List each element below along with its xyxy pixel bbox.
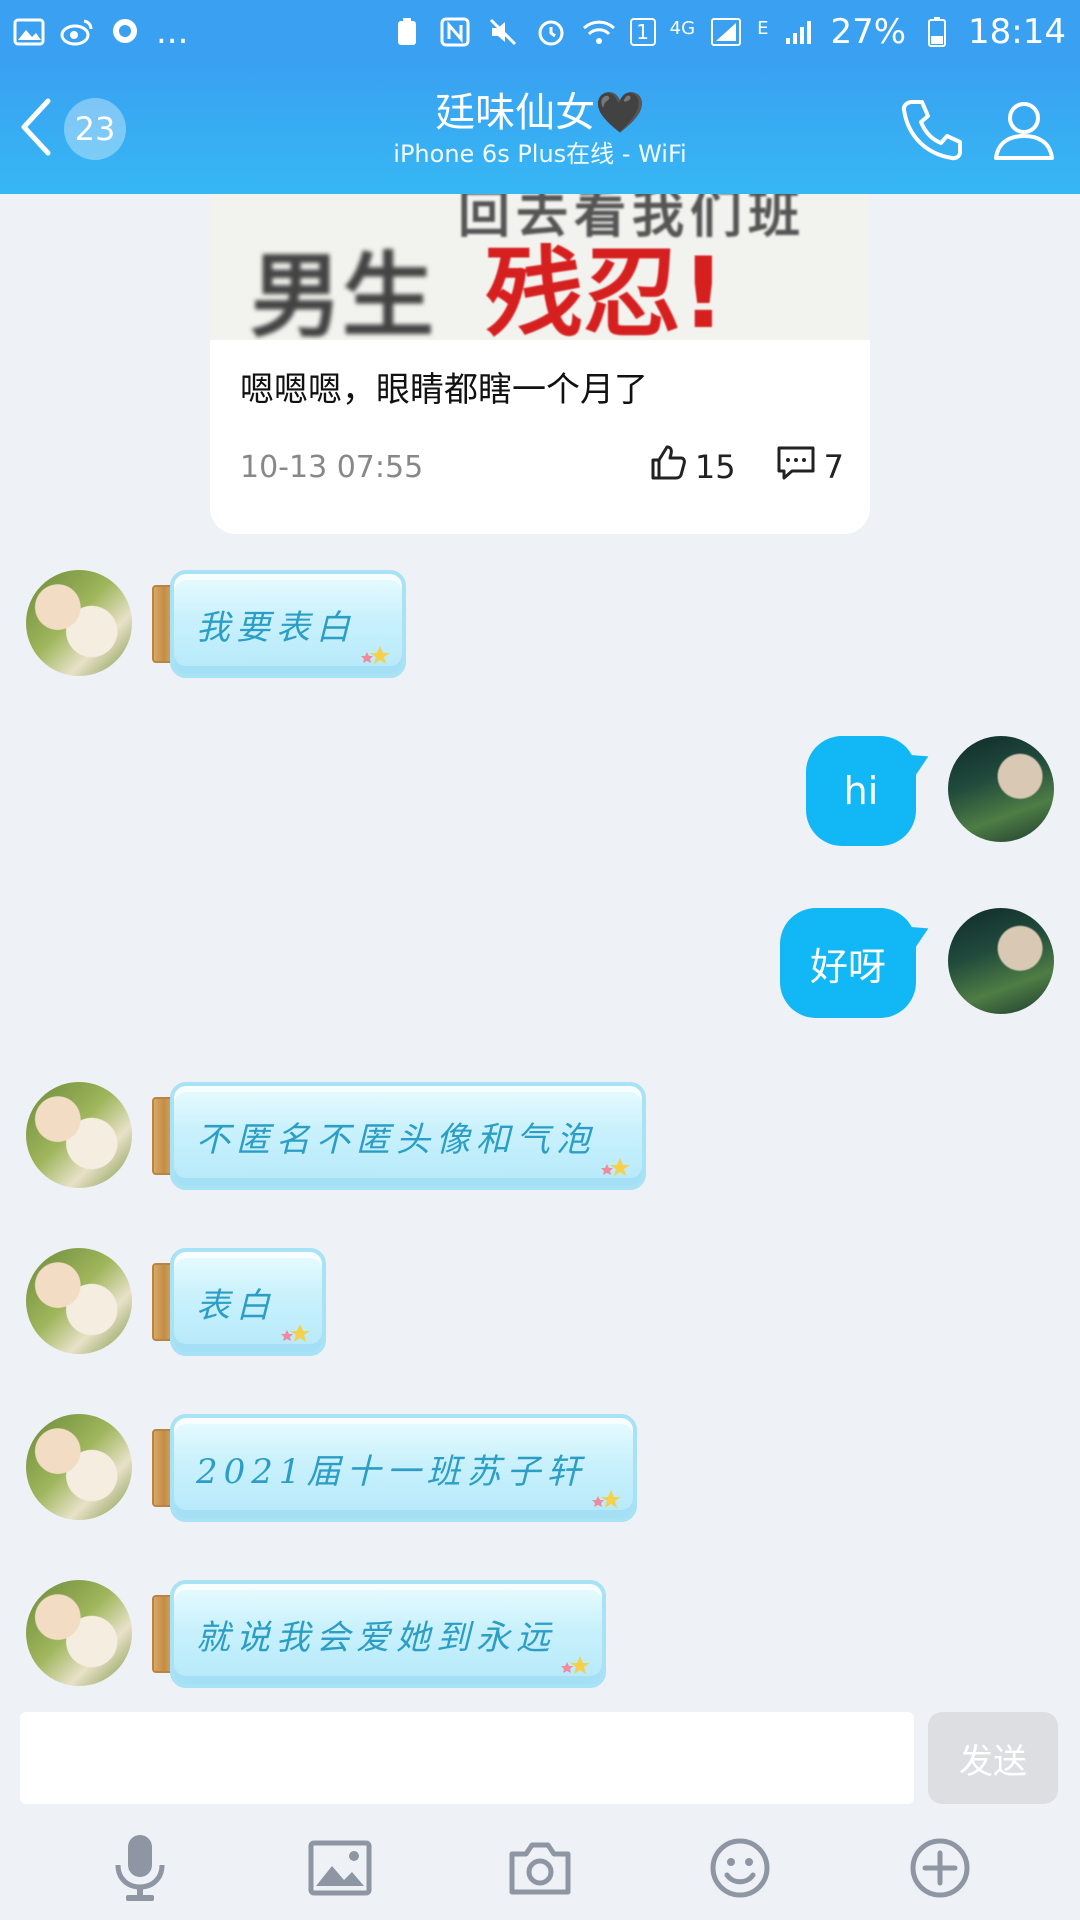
friend-message-bubble[interactable]: 就说我会爱她到永远 bbox=[152, 1580, 606, 1688]
alarm-icon bbox=[534, 17, 568, 47]
bubble-body: 就说我会爱她到永远 bbox=[170, 1580, 606, 1688]
message-text: hi bbox=[843, 769, 879, 813]
wifi-icon bbox=[582, 17, 616, 47]
network-4g-label: 4G bbox=[669, 18, 696, 39]
sim-badge: 1 bbox=[629, 18, 656, 46]
post-image-caption-left: 男生 bbox=[250, 243, 435, 340]
friend-message-bubble[interactable]: 2021届十一班苏子轩 bbox=[152, 1414, 637, 1522]
signal-icon bbox=[709, 17, 743, 47]
post-comment-text: 嗯嗯嗯，眼睛都瞎一个月了 bbox=[240, 370, 648, 410]
message-text: 就说我会爱她到永远 bbox=[196, 1617, 556, 1658]
friend-avatar[interactable] bbox=[26, 1580, 132, 1686]
status-bar: ... 1 4G E 27% 18:14 bbox=[0, 0, 1080, 64]
shared-post-card[interactable]: 回去看我们班 男生 残忍! 嗯嗯嗯，眼睛都瞎一个月了 10-13 07:55 1… bbox=[210, 194, 870, 534]
message-text: 不匿名不匿头像和气泡 bbox=[196, 1119, 596, 1160]
star-decoration-icon bbox=[601, 1158, 630, 1176]
battery-icon bbox=[920, 17, 954, 47]
contact-profile-button[interactable] bbox=[988, 94, 1060, 166]
my-avatar[interactable] bbox=[948, 908, 1054, 1014]
my-avatar[interactable] bbox=[948, 736, 1054, 842]
message-input[interactable] bbox=[20, 1712, 914, 1804]
friend-avatar[interactable] bbox=[26, 1082, 132, 1188]
star-decoration-icon bbox=[281, 1324, 310, 1342]
composer-toolbar bbox=[0, 1820, 1080, 1920]
friend-message-bubble[interactable]: 不匿名不匿头像和气泡 bbox=[152, 1082, 646, 1190]
send-button[interactable]: 发送 bbox=[928, 1712, 1058, 1804]
clock: 18:14 bbox=[968, 12, 1066, 52]
signal-bars-icon bbox=[782, 17, 816, 47]
star-decoration-icon bbox=[561, 1656, 590, 1674]
battery-percent: 27% bbox=[830, 12, 907, 52]
message-text: 2021届十一班苏子轩 bbox=[196, 1451, 587, 1492]
friend-avatar[interactable] bbox=[26, 570, 132, 676]
composer: 发送 bbox=[0, 1710, 1080, 1920]
chat-header: 23 廷味仙女🖤 iPhone 6s Plus在线 - WiFi bbox=[0, 64, 1080, 194]
image-icon bbox=[308, 1840, 372, 1900]
mute-icon bbox=[486, 17, 520, 47]
camera-icon bbox=[508, 1840, 572, 1900]
message-text: 表白 bbox=[196, 1285, 276, 1326]
comment-button[interactable]: 7 bbox=[776, 445, 844, 489]
more-notifications: ... bbox=[156, 12, 189, 52]
person-icon bbox=[988, 102, 1060, 170]
my-message-bubble[interactable]: 好呀 bbox=[780, 908, 916, 1018]
gallery-notification-icon bbox=[12, 17, 46, 47]
phone-icon bbox=[896, 100, 968, 170]
bubble-body: 我要表白 bbox=[170, 570, 406, 678]
nfc-icon bbox=[438, 17, 472, 47]
voice-button[interactable] bbox=[105, 1835, 175, 1905]
gallery-button[interactable] bbox=[305, 1835, 375, 1905]
microphone-icon bbox=[112, 1833, 168, 1907]
camera-button[interactable] bbox=[505, 1835, 575, 1905]
star-decoration-icon bbox=[361, 646, 390, 664]
post-image[interactable]: 回去看我们班 男生 残忍! bbox=[210, 194, 870, 340]
network-e-label: E bbox=[757, 18, 769, 39]
thumbs-up-icon bbox=[649, 444, 687, 490]
star-decoration-icon bbox=[591, 1490, 621, 1508]
comment-icon bbox=[776, 445, 816, 489]
call-button[interactable] bbox=[896, 94, 968, 166]
friend-avatar[interactable] bbox=[26, 1414, 132, 1520]
message-text: 好呀 bbox=[809, 944, 886, 989]
friend-message-bubble[interactable]: 我要表白 bbox=[152, 570, 406, 678]
my-message-bubble[interactable]: hi bbox=[806, 736, 916, 846]
post-stats: 15 7 bbox=[649, 444, 844, 490]
plus-icon bbox=[909, 1837, 971, 1903]
status-bar-notifications: ... bbox=[12, 12, 188, 52]
message-text: 我要表白 bbox=[196, 607, 356, 648]
friend-avatar[interactable] bbox=[26, 1248, 132, 1354]
status-bar-system: 1 4G E 27% 18:14 bbox=[390, 12, 1066, 52]
post-image-caption-right: 残忍! bbox=[485, 237, 726, 340]
bubble-body: 表白 bbox=[170, 1248, 326, 1356]
battery-saver-icon bbox=[390, 17, 424, 47]
emoji-button[interactable] bbox=[705, 1835, 775, 1905]
more-actions-button[interactable] bbox=[905, 1835, 975, 1905]
bubble-body: 2021届十一班苏子轩 bbox=[170, 1414, 637, 1522]
like-button[interactable]: 15 bbox=[649, 444, 736, 490]
like-count: 15 bbox=[694, 448, 736, 486]
post-timestamp: 10-13 07:55 bbox=[240, 450, 424, 485]
comment-count: 7 bbox=[823, 448, 844, 486]
weibo-notification-icon bbox=[60, 17, 94, 47]
bubble-body: 不匿名不匿头像和气泡 bbox=[170, 1082, 646, 1190]
message-list[interactable]: 回去看我们班 男生 残忍! 嗯嗯嗯，眼睛都瞎一个月了 10-13 07:55 1… bbox=[0, 194, 1080, 1710]
qq-notification-icon bbox=[108, 17, 142, 47]
friend-message-bubble[interactable]: 表白 bbox=[152, 1248, 326, 1356]
emoji-icon bbox=[709, 1837, 771, 1903]
